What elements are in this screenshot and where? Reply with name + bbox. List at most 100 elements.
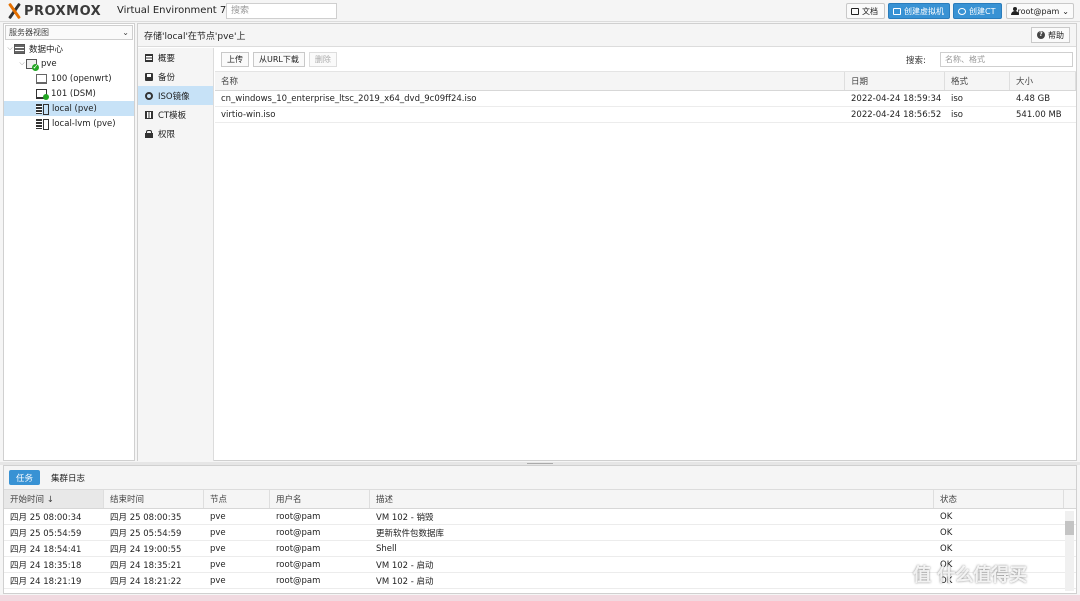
cell-date: 2022-04-24 18:56:52: [851, 109, 942, 120]
column-header-size[interactable]: 大小: [1010, 72, 1076, 90]
help-button[interactable]: ? 帮助: [1031, 27, 1070, 43]
cell-node: pve: [210, 543, 226, 554]
tab-cluster-log[interactable]: 集群日志: [44, 470, 92, 485]
table-row[interactable]: 四月 25 05:54:59 四月 25 05:54:59 pve root@p…: [4, 525, 1076, 541]
view-select-value: 服务器视图: [9, 28, 49, 37]
tab-tasks[interactable]: 任务: [9, 470, 41, 485]
nav-summary[interactable]: 概要: [138, 48, 213, 67]
cell-node: pve: [210, 575, 226, 586]
iso-search-input[interactable]: [940, 52, 1073, 67]
cell-user: root@pam: [276, 511, 321, 522]
cell-status: OK: [940, 543, 953, 554]
tasks-tabbar: 任务 集群日志: [4, 466, 1076, 490]
column-header-format[interactable]: 格式: [945, 72, 1010, 90]
book-icon: [851, 7, 859, 15]
nav-label: 概要: [158, 53, 176, 64]
tree-item-datacenter[interactable]: ⌵ 数据中心: [4, 41, 134, 56]
user-menu-button[interactable]: root@pam ⌄: [1006, 3, 1074, 19]
cell-user: root@pam: [276, 559, 321, 570]
tree-item-storage-local-lvm[interactable]: local-lvm (pve): [4, 116, 134, 131]
floppy-icon: [145, 72, 153, 81]
nav-label: 备份: [158, 72, 176, 83]
cell-name: cn_windows_10_enterprise_ltsc_2019_x64_d…: [221, 93, 477, 104]
node-online-icon: [26, 58, 39, 71]
cell-node: pve: [210, 559, 226, 570]
question-icon: ?: [1037, 31, 1045, 39]
column-header-end-time[interactable]: 结束时间: [104, 490, 204, 508]
tree-collapse-icon[interactable]: ⌵: [6, 44, 14, 53]
nav-backup[interactable]: 备份: [138, 67, 213, 86]
storage-icon: [36, 118, 49, 130]
tree-collapse-icon[interactable]: ⌵: [18, 59, 26, 68]
bottom-strip: [0, 595, 1080, 601]
nav-permissions[interactable]: 权限: [138, 124, 213, 143]
table-row[interactable]: 四月 25 08:00:34 四月 25 08:00:35 pve root@p…: [4, 509, 1076, 525]
cell-description: VM 102 - 启动: [376, 576, 434, 587]
cell-size: 541.00 MB: [1016, 109, 1062, 120]
summary-icon: [145, 53, 153, 62]
cell-description: 更新软件包数据库: [376, 528, 445, 539]
task-scrollbar-thumb[interactable]: [1065, 521, 1074, 535]
cell-user: root@pam: [276, 575, 321, 586]
user-icon: [1011, 7, 1021, 15]
tree-item-vm-100[interactable]: 100 (openwrt): [4, 71, 134, 86]
delete-button[interactable]: 删除: [308, 52, 337, 67]
upload-button[interactable]: 上传: [221, 52, 249, 67]
cell-format: iso: [951, 109, 963, 120]
nav-iso-images[interactable]: ISO镜像: [138, 86, 213, 105]
table-row[interactable]: cn_windows_10_enterprise_ltsc_2019_x64_d…: [215, 91, 1076, 107]
nav-label: 权限: [158, 129, 176, 140]
chevron-down-icon: ⌄: [122, 28, 129, 37]
cell-format: iso: [951, 93, 963, 104]
iso-toolbar: 上传 从URL下载 删除 搜索:: [215, 48, 1076, 72]
help-label: 帮助: [1048, 30, 1064, 40]
cell-end: 四月 25 05:54:59: [110, 528, 182, 539]
cell-start: 四月 24 18:21:19: [10, 576, 82, 587]
tree-item-storage-local[interactable]: local (pve): [4, 101, 134, 116]
cell-node: pve: [210, 527, 226, 538]
column-header-name[interactable]: 名称: [215, 72, 845, 90]
nav-label: CT模板: [158, 110, 187, 121]
resource-tree-panel: 服务器视图 ⌄ ⌵ 数据中心 ⌵ pve 100 (openwrt) 101 (…: [3, 23, 135, 461]
cell-description: VM 102 - 销毁: [376, 512, 434, 523]
tree-item-vm-101[interactable]: 101 (DSM): [4, 86, 134, 101]
cell-date: 2022-04-24 18:59:34: [851, 93, 942, 104]
docs-button[interactable]: 文档: [846, 3, 885, 19]
tree-item-label: 101 (DSM): [51, 88, 96, 99]
content-header: 存储'local'在节点'pve'上 ? 帮助: [138, 24, 1076, 47]
page-title: 存储'local'在节点'pve'上: [144, 31, 246, 42]
column-header-node[interactable]: 节点: [204, 490, 270, 508]
table-row[interactable]: virtio-win.iso 2022-04-24 18:56:52 iso 5…: [215, 107, 1076, 123]
nav-ct-templates[interactable]: CT模板: [138, 105, 213, 124]
search-label: 搜索:: [906, 56, 926, 66]
iso-grid: 名称 日期 格式 大小 cn_windows_10_enterprise_lts…: [215, 72, 1076, 123]
cell-end: 四月 24 18:35:21: [110, 560, 182, 571]
template-icon: [145, 110, 153, 119]
cell-user: root@pam: [276, 527, 321, 538]
cell-start: 四月 25 05:54:59: [10, 528, 82, 539]
column-header-date[interactable]: 日期: [845, 72, 945, 90]
tree-item-label: local (pve): [52, 103, 97, 114]
user-label: root@pam: [1017, 6, 1060, 16]
download-url-button[interactable]: 从URL下载: [253, 52, 305, 67]
table-row[interactable]: 四月 24 18:54:41 四月 24 19:00:55 pve root@p…: [4, 541, 1076, 557]
storage-icon: [36, 103, 49, 115]
create-vm-label: 创建虚拟机: [904, 6, 944, 16]
proxmox-logo[interactable]: PROXMOX: [6, 2, 101, 20]
cell-description: VM 102 - 启动: [376, 560, 434, 571]
cell-start: 四月 24 18:54:41: [10, 544, 82, 555]
column-header-description[interactable]: 描述: [370, 490, 934, 508]
create-vm-button[interactable]: 创建虚拟机: [888, 3, 950, 19]
global-search-input[interactable]: [226, 3, 337, 19]
iso-grid-header: 名称 日期 格式 大小: [215, 72, 1076, 91]
create-ct-button[interactable]: 创建CT: [953, 3, 1002, 19]
tree-item-node-pve[interactable]: ⌵ pve: [4, 56, 134, 71]
column-header-status[interactable]: 状态: [934, 490, 1064, 508]
cell-status: OK: [940, 511, 953, 522]
column-header-user[interactable]: 用户名: [270, 490, 370, 508]
column-header-start-time[interactable]: 开始时间 ↓: [4, 490, 104, 508]
nav-label: ISO镜像: [158, 91, 190, 102]
top-bar: PROXMOX Virtual Environment 7.1-7 文档 创建虚…: [0, 0, 1080, 22]
view-select[interactable]: 服务器视图 ⌄: [5, 25, 133, 40]
docs-label: 文档: [862, 6, 878, 16]
